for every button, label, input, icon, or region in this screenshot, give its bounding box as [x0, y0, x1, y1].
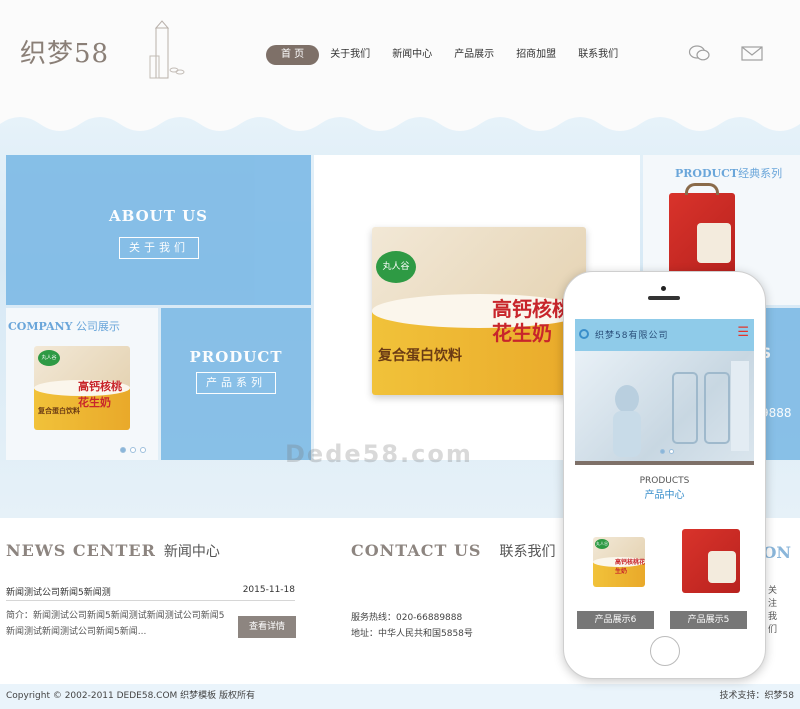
wave-decoration	[0, 100, 800, 131]
about-title-en: ABOUT US	[108, 207, 209, 225]
site-logo[interactable]: 织梦58	[20, 33, 109, 70]
site-header: 织梦58 首 页 关于我们 新闻中心 产品展示 招商加盟 联系我们	[0, 0, 800, 100]
mobile-product-card[interactable]: 丸人谷 高钙核桃花生奶 产品展示6	[577, 519, 654, 629]
mobile-header: 织梦58有限公司 ☰	[575, 319, 754, 351]
nav-home[interactable]: 首 页	[266, 45, 320, 65]
phone-speaker	[648, 296, 680, 300]
news-summary: 简介：新闻测试公司新闻5新闻测试新闻测试公司新闻5新闻测试新闻测试公司新闻5新闻…	[6, 611, 225, 637]
lab-scene-image	[613, 361, 749, 457]
banner-progress-bar	[575, 461, 754, 465]
news-item-title[interactable]: 新闻测试公司新闻5新闻测	[6, 588, 111, 598]
product-package-thumb: 丸人谷 高钙核桃花生奶	[593, 537, 645, 587]
news-item-date: 2015-11-18	[242, 585, 295, 595]
phone-home-button	[650, 636, 680, 666]
watermark-text: Dede58.com	[285, 440, 473, 468]
milk-bottle-illustration	[149, 20, 185, 79]
company-slider-dots	[120, 447, 146, 453]
contact-phone: 服务热线：020-66889888	[351, 613, 463, 623]
mobile-products-heading: PRODUCTS 产品中心	[639, 476, 690, 501]
news-divider	[6, 600, 295, 601]
contact-section-title: CONTACT US 联系我们	[351, 541, 556, 560]
slider-dot[interactable]	[130, 447, 136, 453]
company-title: COMPANY 公司展示	[8, 320, 120, 333]
gift-box-image	[669, 183, 735, 275]
mobile-phone-mockup: 织梦58有限公司 ☰ PRODUCTS 产品中心 丸人谷 高钙核桃花生奶 产品展…	[563, 271, 766, 679]
mobile-slider-dots	[660, 449, 674, 454]
slider-dot[interactable]	[660, 449, 665, 454]
phone-screen: 织梦58有限公司 ☰ PRODUCTS 产品中心 丸人谷 高钙核桃花生奶 产品展…	[575, 319, 754, 632]
classic-product-title: PRODUCT经典系列	[675, 167, 783, 180]
follow-us-text: 关注我们	[768, 586, 778, 635]
nav-contact[interactable]: 联系我们	[567, 45, 629, 65]
tech-support-text[interactable]: 技术支持：织梦58	[720, 684, 794, 709]
main-nav: 首 页 关于我们 新闻中心 产品展示 招商加盟 联系我们	[266, 45, 629, 65]
mobile-site-title: 织梦58有限公司	[595, 331, 669, 341]
company-tile[interactable]: COMPANY 公司展示 丸人谷 高钙核桃花生奶 复合蛋白饮料	[6, 308, 158, 460]
product-package-small: 丸人谷 高钙核桃花生奶 复合蛋白饮料	[34, 346, 130, 430]
wechat-icon[interactable]	[688, 44, 710, 62]
mail-icon[interactable]	[741, 44, 763, 62]
about-button[interactable]: 关于我们	[119, 237, 199, 259]
product-title-en: PRODUCT	[189, 348, 283, 366]
about-tile[interactable]: ABOUT US 关于我们	[6, 155, 311, 305]
slider-dot[interactable]	[669, 449, 674, 454]
mobile-banner[interactable]	[575, 351, 754, 465]
view-details-button[interactable]: 查看详情	[238, 616, 296, 638]
copyright-text: Copyright © 2002-2011 DEDE58.COM 织梦模板 版权…	[6, 691, 256, 701]
product-tile[interactable]: PRODUCT 产品系列	[161, 308, 311, 460]
slider-dot[interactable]	[140, 447, 146, 453]
nav-franchise[interactable]: 招商加盟	[505, 45, 567, 65]
slider-dot[interactable]	[120, 447, 126, 453]
news-section-title: NEWS CENTER 新闻中心	[6, 541, 220, 560]
menu-icon[interactable]: ☰	[737, 326, 749, 340]
search-icon[interactable]	[579, 329, 589, 339]
product-button[interactable]: 产品系列	[196, 372, 276, 394]
nav-news[interactable]: 新闻中心	[381, 45, 443, 65]
contact-address: 地址：中华人民共和国5858号	[351, 629, 473, 639]
news-list-item[interactable]: 新闻测试公司新闻5新闻测 2015-11-18	[6, 585, 295, 598]
phone-camera	[661, 286, 666, 291]
mobile-product-caption[interactable]: 产品展示6	[577, 611, 654, 629]
site-footer: Copyright © 2002-2011 DEDE58.COM 织梦模板 版权…	[0, 684, 800, 709]
mobile-product-card[interactable]: 产品展示5	[670, 519, 747, 629]
gift-box-thumb	[682, 529, 740, 593]
nav-about[interactable]: 关于我们	[319, 45, 381, 65]
nav-products[interactable]: 产品展示	[443, 45, 505, 65]
product-package-large: 丸人谷 高钙核桃花生奶 复合蛋白饮料	[372, 227, 586, 395]
mobile-product-caption[interactable]: 产品展示5	[670, 611, 747, 629]
